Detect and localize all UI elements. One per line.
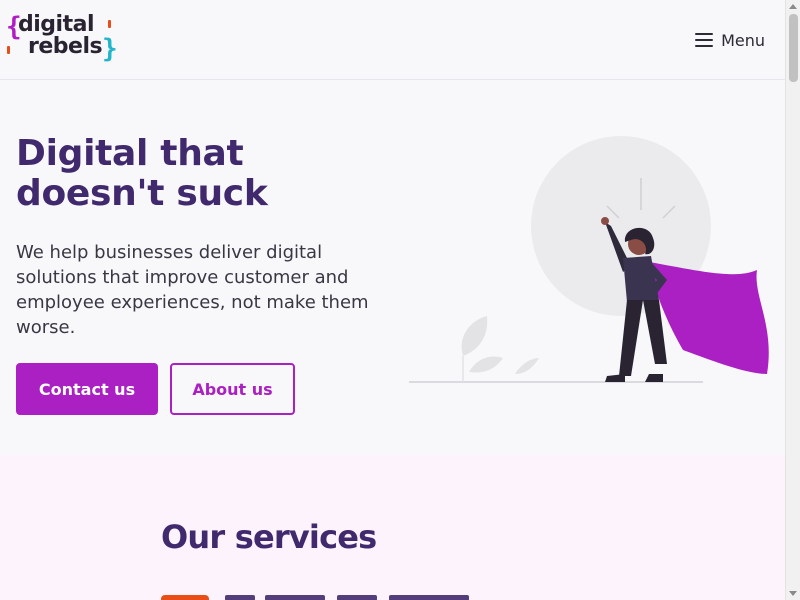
logo-word-rebels: rebels bbox=[28, 34, 103, 59]
service-heading-peek bbox=[225, 595, 485, 600]
service-icon bbox=[161, 595, 209, 600]
scroll-down-arrow-icon[interactable] bbox=[789, 591, 797, 596]
hamburger-icon bbox=[695, 33, 714, 47]
services-title: Our services bbox=[161, 518, 377, 556]
hero-description: We help businesses deliver digital solut… bbox=[16, 242, 369, 338]
scroll-up-arrow-icon[interactable] bbox=[789, 4, 797, 9]
cape bbox=[649, 262, 769, 374]
menu-button[interactable]: Menu bbox=[695, 28, 765, 52]
logo-close-brace: } bbox=[102, 34, 118, 64]
about-us-button[interactable]: About us bbox=[170, 363, 295, 415]
site-header: { digital rebels } Menu bbox=[0, 0, 785, 80]
contact-us-button[interactable]: Contact us bbox=[16, 363, 158, 415]
leaf bbox=[461, 316, 488, 356]
vertical-scrollbar[interactable] bbox=[785, 0, 800, 600]
logo-accent-orange bbox=[7, 46, 10, 54]
leaf bbox=[469, 356, 503, 373]
logo[interactable]: { digital rebels } bbox=[6, 12, 118, 68]
shoe bbox=[605, 374, 625, 382]
menu-label: Menu bbox=[721, 30, 765, 50]
fist bbox=[601, 217, 609, 225]
services-section: Our services bbox=[0, 455, 785, 600]
page: { digital rebels } Menu Digital that doe… bbox=[0, 0, 785, 600]
hero-title: Digital that doesn't suck bbox=[16, 133, 268, 214]
scrollbar-thumb[interactable] bbox=[789, 14, 798, 82]
logo-accent-cyan bbox=[108, 20, 111, 28]
superhero-illustration bbox=[409, 136, 769, 383]
shoe bbox=[645, 374, 663, 382]
leaf bbox=[515, 358, 539, 374]
